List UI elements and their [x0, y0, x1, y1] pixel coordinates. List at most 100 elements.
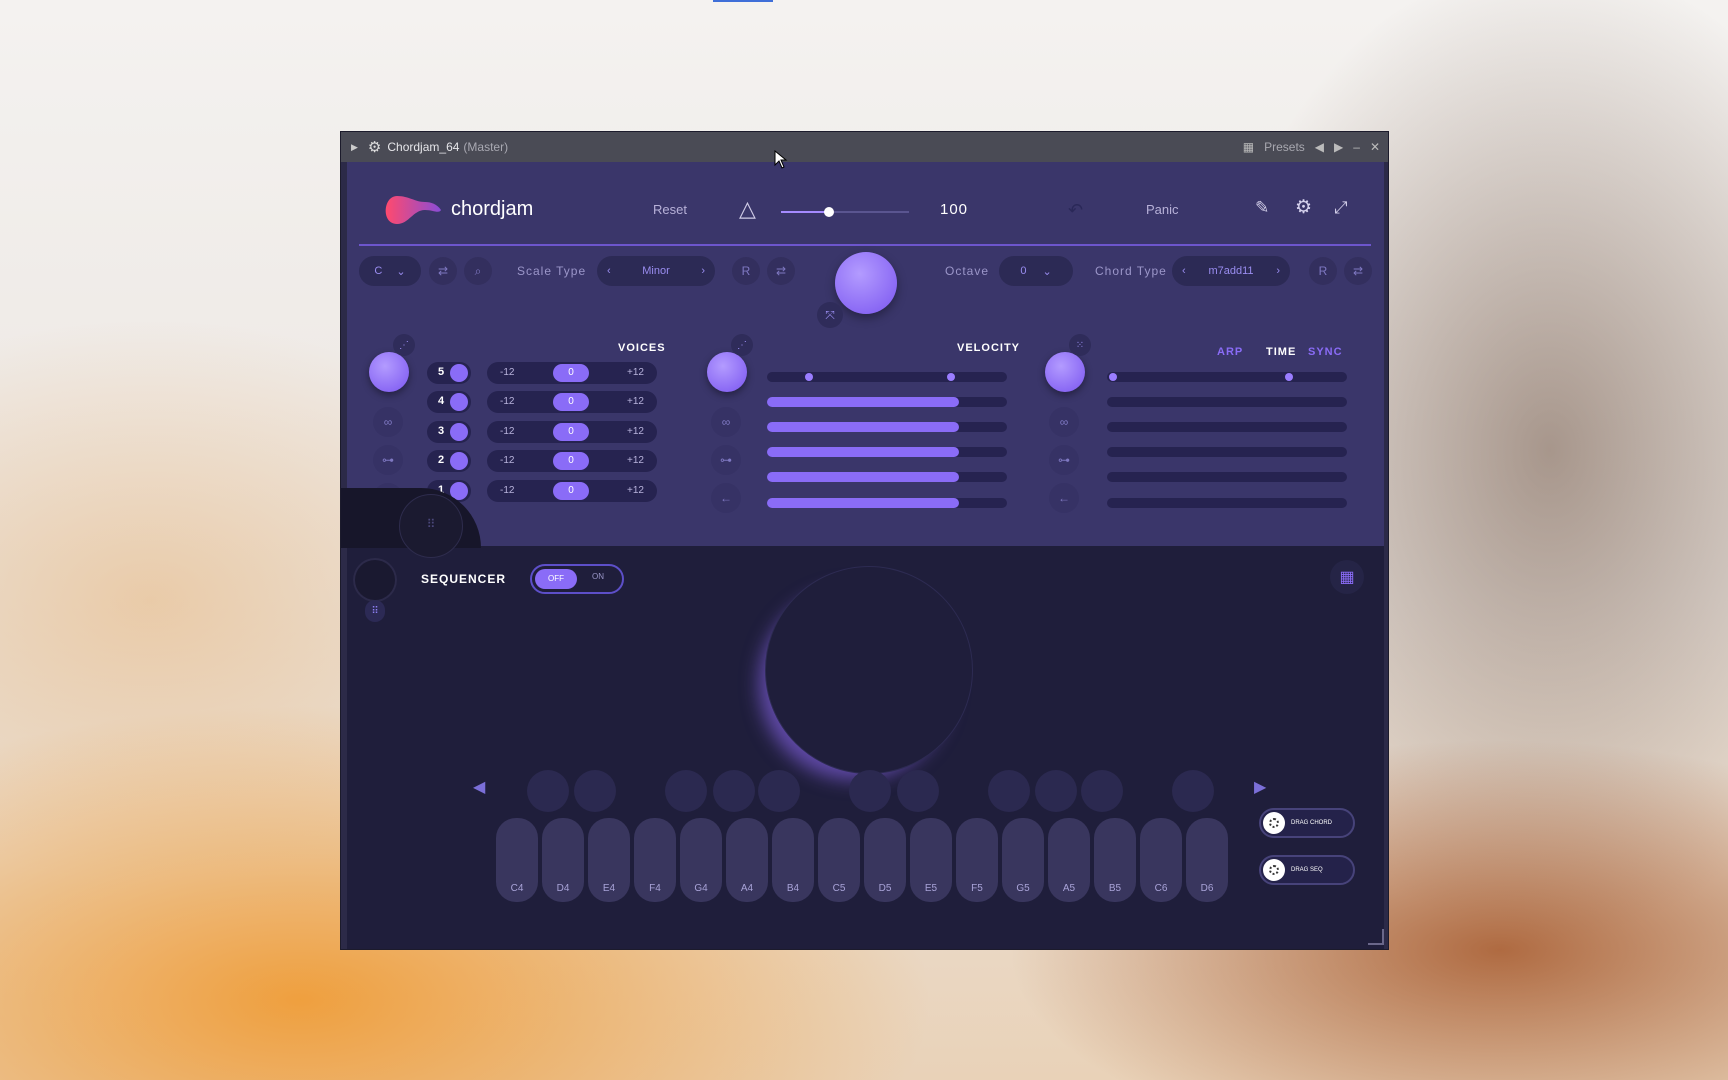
piano-key-d4[interactable]: D4: [542, 818, 584, 902]
black-key[interactable]: [665, 770, 707, 812]
time-back-arrow-icon[interactable]: ←: [1049, 483, 1079, 513]
black-key[interactable]: [897, 770, 939, 812]
scale-selector[interactable]: ‹ Minor ›: [597, 256, 715, 286]
velocity-bar[interactable]: [767, 397, 1007, 407]
velocity-back-arrow-icon[interactable]: ←: [711, 483, 741, 513]
black-key[interactable]: [988, 770, 1030, 812]
piano-key-d6[interactable]: D6: [1186, 818, 1228, 902]
chevron-right-icon[interactable]: ›: [701, 265, 705, 277]
minimize-icon[interactable]: –: [1353, 140, 1360, 154]
velocity-range-slider[interactable]: [767, 372, 1007, 382]
time-range-max-handle[interactable]: [1285, 373, 1293, 381]
tempo-slider-handle[interactable]: [824, 207, 834, 217]
velocity-infinity-icon[interactable]: ∞: [711, 407, 741, 437]
velocity-bar[interactable]: [767, 472, 1007, 482]
voice-number-4[interactable]: 4: [427, 391, 471, 413]
grid-view-icon[interactable]: ▦: [1330, 560, 1364, 594]
drag-chord-button[interactable]: DRAG CHORD: [1259, 808, 1355, 838]
search-icon[interactable]: ⌕: [464, 257, 492, 285]
piano-key-a4[interactable]: A4: [726, 818, 768, 902]
corner-grid-button[interactable]: ⠿: [399, 494, 463, 558]
voices-random-icon[interactable]: ⋰: [393, 334, 415, 356]
time-bar[interactable]: [1107, 397, 1347, 407]
time-bar[interactable]: [1107, 422, 1347, 432]
voice-number-2[interactable]: 2: [427, 450, 471, 472]
piano-key-g4[interactable]: G4: [680, 818, 722, 902]
piano-key-c6[interactable]: C6: [1140, 818, 1182, 902]
sequencer-grip-icon[interactable]: ⠿: [365, 600, 385, 622]
metronome-icon[interactable]: △: [739, 196, 756, 222]
piano-key-e4[interactable]: E4: [588, 818, 630, 902]
expand-icon[interactable]: ⤢: [1334, 198, 1348, 218]
keys-prev-icon[interactable]: ◀: [473, 777, 485, 797]
preset-prev-icon[interactable]: ◀: [1315, 140, 1324, 154]
black-key[interactable]: [1035, 770, 1077, 812]
voice-range-1[interactable]: -12 0 +12: [487, 480, 657, 502]
undo-icon[interactable]: ↶: [1068, 200, 1083, 221]
black-key[interactable]: [574, 770, 616, 812]
presets-grid-icon[interactable]: ▦: [1243, 140, 1254, 154]
voices-knob[interactable]: [369, 352, 409, 392]
random-chord-button[interactable]: R: [1309, 257, 1337, 285]
random-scale-button[interactable]: R: [732, 257, 760, 285]
time-range-slider[interactable]: [1107, 372, 1347, 382]
time-key-icon[interactable]: ⊶: [1049, 445, 1079, 475]
voice-range-3[interactable]: -12 0 +12: [487, 421, 657, 443]
time-range-min-handle[interactable]: [1109, 373, 1117, 381]
chord-swap-icon[interactable]: ⇄: [1344, 257, 1372, 285]
time-knob[interactable]: [1045, 352, 1085, 392]
velocity-knob[interactable]: [707, 352, 747, 392]
velocity-bar[interactable]: [767, 498, 1007, 508]
drag-seq-button[interactable]: DRAG SEQ: [1259, 855, 1355, 885]
time-grid-icon[interactable]: ⁙: [1069, 334, 1091, 356]
time-bar[interactable]: [1107, 472, 1347, 482]
panic-button[interactable]: Panic: [1146, 202, 1179, 217]
keys-next-icon[interactable]: ▶: [1254, 777, 1266, 797]
velocity-range-min-handle[interactable]: [805, 373, 813, 381]
octave-select[interactable]: 0 ⌄: [999, 256, 1073, 286]
voice-range-5[interactable]: -12 0 +12: [487, 362, 657, 384]
sequencer-toggle[interactable]: OFF ON: [530, 564, 624, 594]
black-key[interactable]: [1172, 770, 1214, 812]
key-icon[interactable]: ⊶: [373, 445, 403, 475]
piano-key-a5[interactable]: A5: [1048, 818, 1090, 902]
voice-range-4[interactable]: -12 0 +12: [487, 391, 657, 413]
toggle-off[interactable]: OFF: [535, 569, 577, 589]
swap-icon[interactable]: ⇄: [429, 257, 457, 285]
voice-number-3[interactable]: 3: [427, 421, 471, 443]
infinity-icon[interactable]: ∞: [373, 407, 403, 437]
black-key[interactable]: [713, 770, 755, 812]
time-infinity-icon[interactable]: ∞: [1049, 407, 1079, 437]
time-bar[interactable]: [1107, 498, 1347, 508]
piano-key-c5[interactable]: C5: [818, 818, 860, 902]
piano-key-b4[interactable]: B4: [772, 818, 814, 902]
pencil-icon[interactable]: ✎: [1255, 198, 1269, 218]
resize-grip-icon[interactable]: [1368, 929, 1384, 945]
settings-gear-icon[interactable]: ⚙: [1295, 196, 1312, 219]
piano-key-c4[interactable]: C4: [496, 818, 538, 902]
piano-key-f5[interactable]: F5: [956, 818, 998, 902]
chord-type-selector[interactable]: ‹ m7add11 ›: [1172, 256, 1290, 286]
preset-next-icon[interactable]: ▶: [1334, 140, 1343, 154]
scale-swap-icon[interactable]: ⇄: [767, 257, 795, 285]
piano-key-f4[interactable]: F4: [634, 818, 676, 902]
time-bar[interactable]: [1107, 447, 1347, 457]
sequencer-knob[interactable]: [353, 558, 397, 602]
velocity-key-icon[interactable]: ⊶: [711, 445, 741, 475]
voice-number-5[interactable]: 5: [427, 362, 471, 384]
piano-key-d5[interactable]: D5: [864, 818, 906, 902]
velocity-bar[interactable]: [767, 447, 1007, 457]
chord-display-circle[interactable]: [765, 566, 973, 774]
velocity-random-icon[interactable]: ⋰: [731, 334, 753, 356]
black-key[interactable]: [527, 770, 569, 812]
piano-key-g5[interactable]: G5: [1002, 818, 1044, 902]
sync-tab[interactable]: SYNC: [1308, 346, 1343, 358]
close-icon[interactable]: ✕: [1370, 140, 1380, 154]
window-titlebar[interactable]: ▶ ⚙ Chordjam_64 (Master) ▦ Presets ◀ ▶ –…: [341, 132, 1388, 162]
velocity-bar[interactable]: [767, 422, 1007, 432]
chevron-left-icon[interactable]: ‹: [1182, 265, 1186, 277]
presets-label[interactable]: Presets: [1264, 140, 1305, 154]
time-tab[interactable]: TIME: [1266, 346, 1296, 358]
piano-key-b5[interactable]: B5: [1094, 818, 1136, 902]
plugin-gear-icon[interactable]: ⚙: [368, 138, 381, 156]
